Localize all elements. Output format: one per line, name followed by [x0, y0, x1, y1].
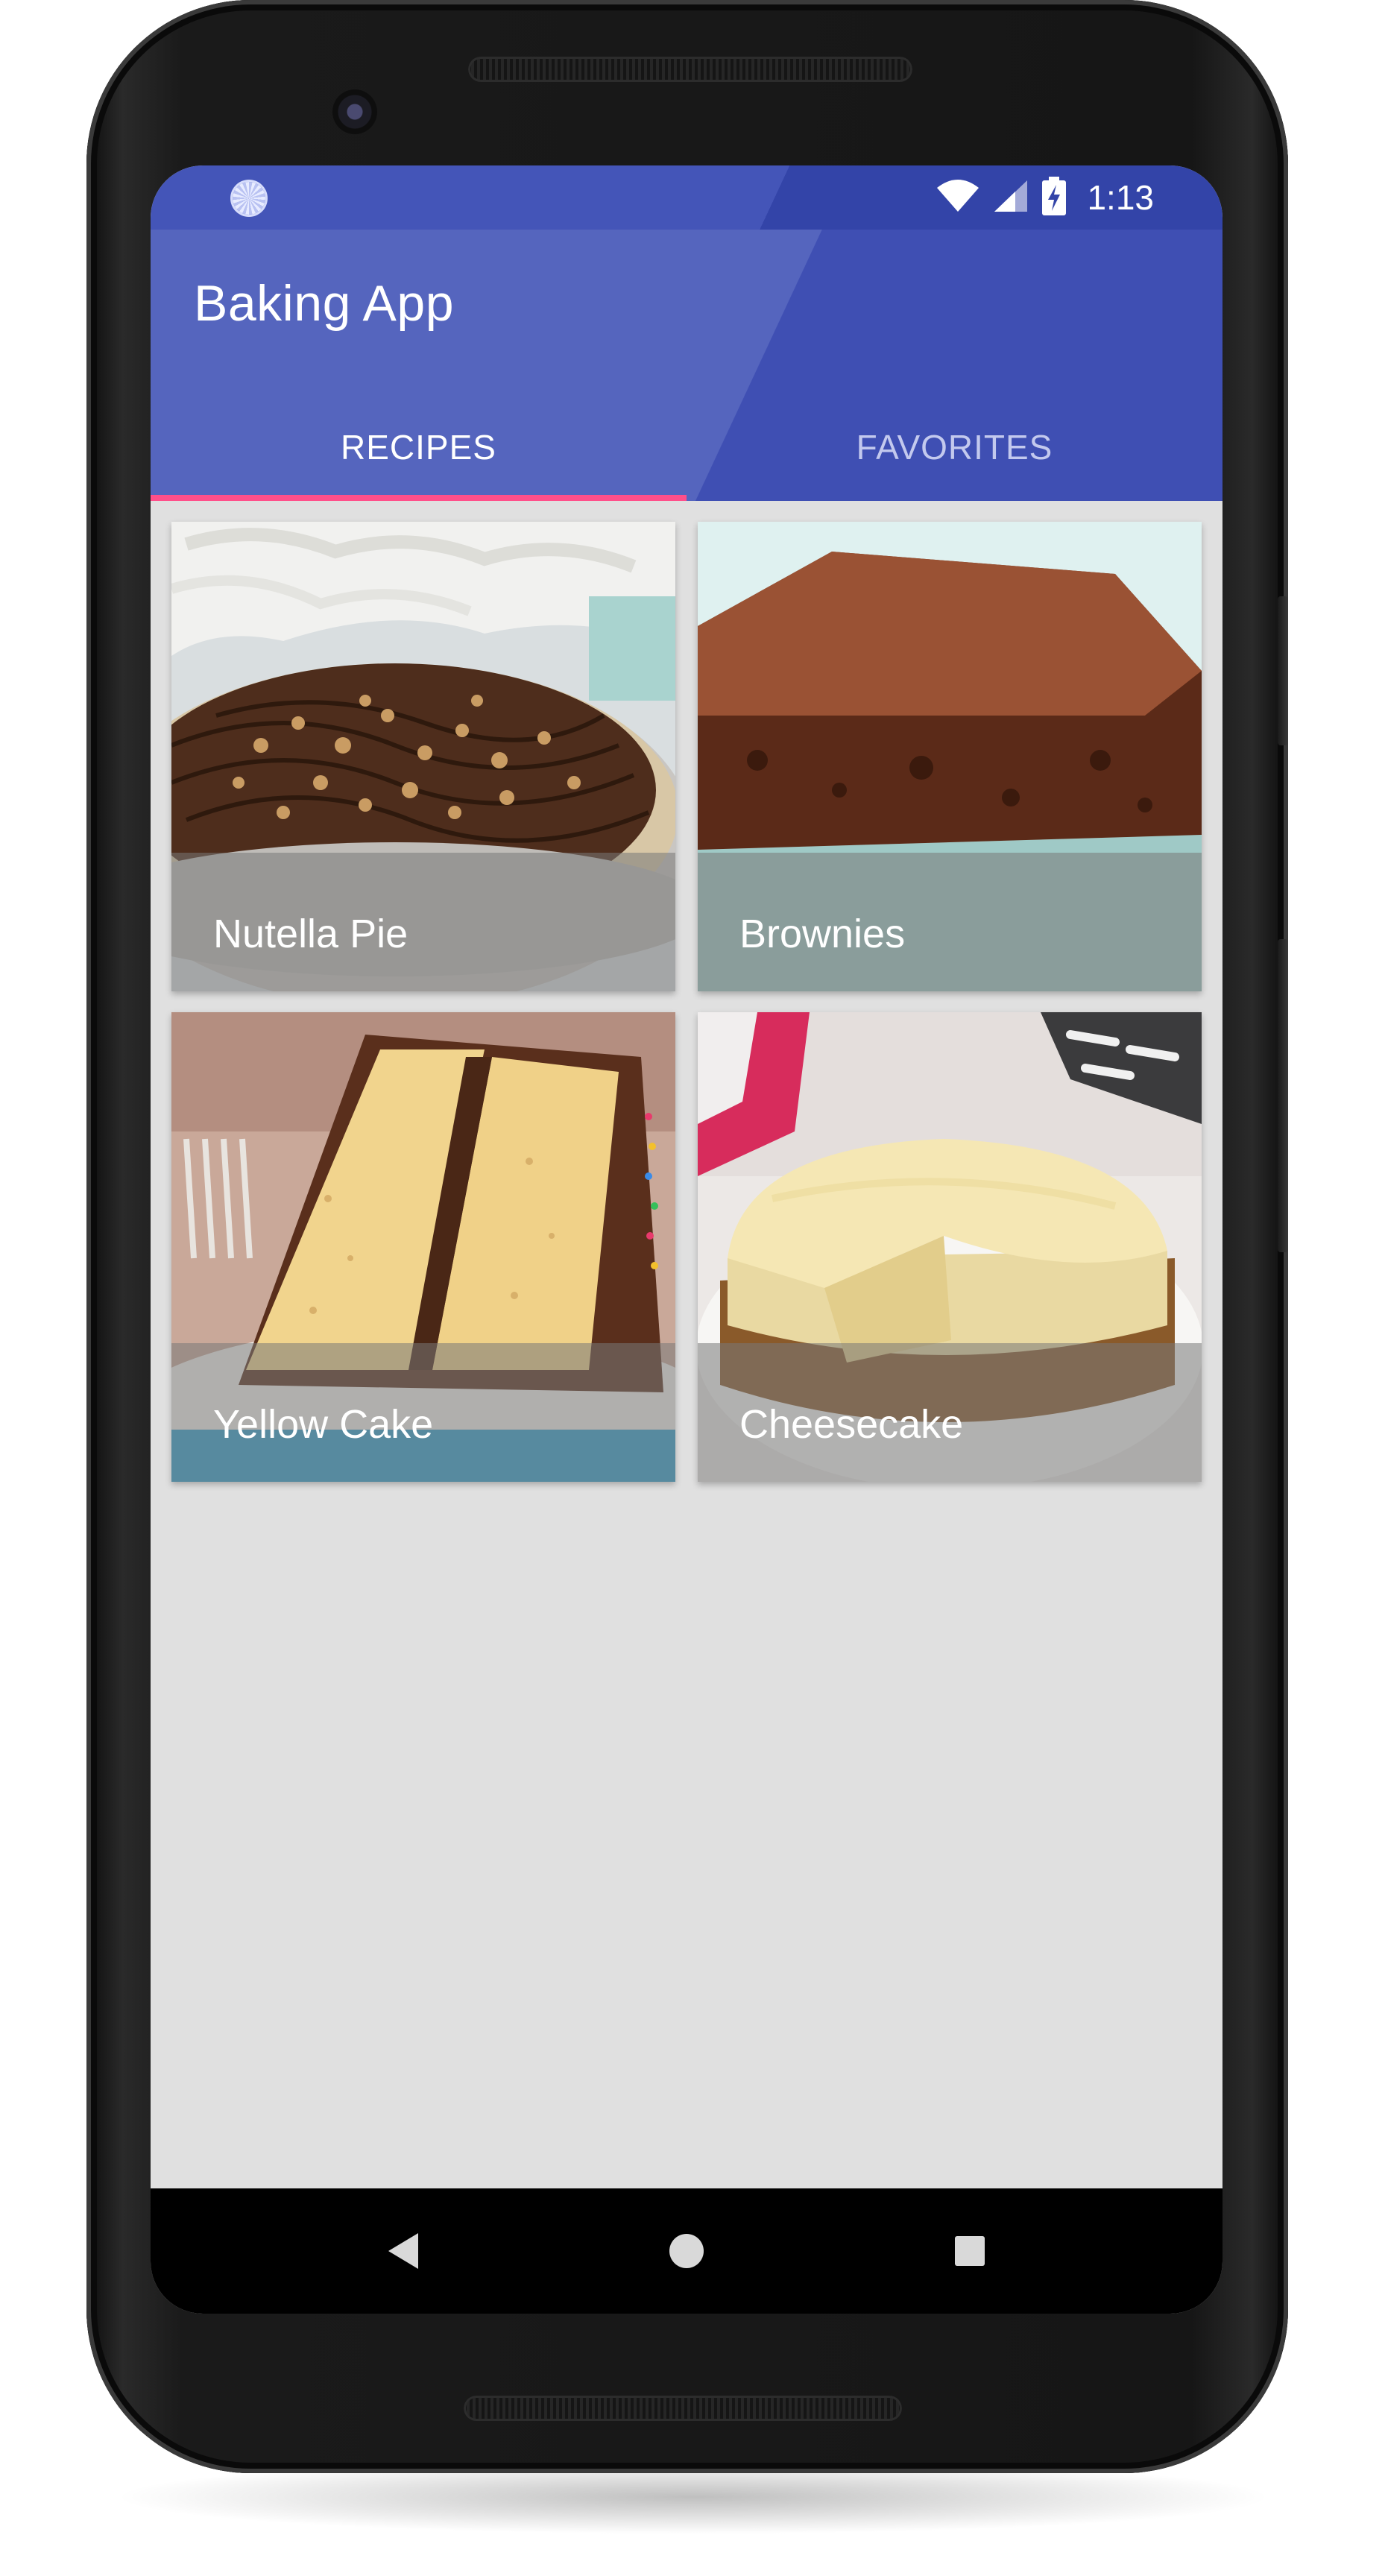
status-icons: 1:13: [936, 173, 1154, 222]
recipe-card-brownies[interactable]: Brownies: [698, 522, 1202, 991]
recipe-card-yellow-cake[interactable]: Yellow Cake: [171, 1012, 675, 1482]
bottom-speaker: [464, 2396, 902, 2421]
navigation-bar: [151, 2188, 1222, 2314]
status-bar: 1:13: [151, 165, 1222, 230]
status-time: 1:13: [1087, 178, 1154, 217]
tab-recipes[interactable]: RECIPES: [151, 394, 687, 501]
tab-indicator: [151, 495, 687, 501]
app-bar: Baking App RECIPES FAVORITES: [151, 230, 1222, 501]
home-icon[interactable]: [657, 2221, 716, 2281]
recipe-card-cheesecake[interactable]: Cheesecake: [698, 1012, 1202, 1482]
recents-icon[interactable]: [940, 2221, 1000, 2281]
screen: 1:13 Baking App RECIPES FAVORITES Nutell…: [151, 165, 1222, 2314]
tab-bar: RECIPES FAVORITES: [151, 394, 1222, 501]
back-icon[interactable]: [373, 2221, 433, 2281]
device-frame: 1:13 Baking App RECIPES FAVORITES Nutell…: [0, 0, 1385, 2576]
top-speaker: [468, 57, 912, 82]
recipe-name: Brownies: [739, 912, 906, 956]
recipe-grid: Nutella Pie Brownies Yellow Cake Cheesec…: [171, 522, 1202, 1491]
battery-charging-icon: [1042, 176, 1067, 219]
wifi-icon: [936, 179, 979, 217]
notification-icon: [233, 182, 265, 215]
front-camera: [332, 89, 377, 134]
power-button: [1278, 596, 1288, 745]
recipe-name: Nutella Pie: [213, 912, 408, 956]
app-title: Baking App: [194, 275, 455, 332]
recipe-card-nutella-pie[interactable]: Nutella Pie: [171, 522, 675, 991]
recipe-name: Cheesecake: [739, 1402, 964, 1447]
volume-button: [1278, 939, 1288, 1252]
recipe-name: Yellow Cake: [213, 1402, 434, 1447]
tab-favorites[interactable]: FAVORITES: [687, 394, 1222, 501]
cellular-signal-icon: [993, 179, 1029, 217]
